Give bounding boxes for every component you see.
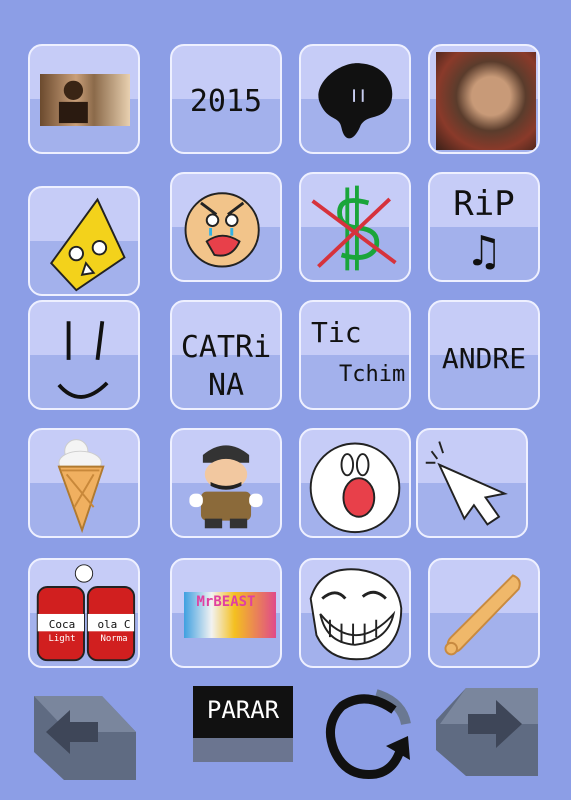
photo-face-tile[interactable] — [428, 44, 540, 154]
yellow-diamond-icon — [49, 197, 126, 292]
music-note-icon: ♫ — [470, 226, 498, 277]
tile-2015[interactable]: 2015 — [170, 44, 282, 154]
andre-label: ANDRE — [441, 342, 527, 375]
smiley-lines-icon — [57, 321, 109, 399]
can-right-sublabel: Norma — [100, 634, 128, 644]
can-left-sublabel: Light — [48, 634, 76, 644]
next-button[interactable] — [432, 680, 542, 780]
soda-cans-icon — [36, 564, 136, 662]
cursor-tile[interactable] — [416, 428, 528, 538]
shocked-face-icon — [309, 442, 401, 534]
yellow-diamond-face-tile[interactable] — [28, 186, 140, 296]
mario-tile[interactable] — [170, 428, 282, 538]
rip-label: RiP — [453, 184, 515, 224]
ice-cream-tile[interactable] — [28, 428, 140, 538]
mrbeast-label: MrBEAST — [196, 594, 256, 610]
catrina-tile[interactable]: CATRi NA — [170, 300, 282, 410]
angry-crying-face-tile[interactable] — [170, 172, 282, 282]
black-blob-icon — [318, 63, 393, 139]
smiley-lines-tile[interactable] — [28, 300, 140, 410]
shocked-face-tile[interactable] — [299, 428, 411, 538]
soda-cans-tile[interactable]: Coca ola C Light Norma — [28, 558, 140, 668]
tile-2015-label: 2015 — [189, 84, 263, 119]
mario-icon — [189, 445, 263, 529]
andre-tile[interactable]: ANDRE — [428, 300, 540, 410]
catrina-label-line2: NA — [207, 368, 245, 403]
tic-label: Tic — [311, 316, 362, 349]
mrbeast-photo-tile[interactable]: MrBEAST — [170, 558, 282, 668]
man-silhouette — [58, 80, 88, 124]
cursor-arrow-icon — [425, 441, 508, 526]
catrina-label-line1: CATRi — [180, 330, 272, 365]
previous-button[interactable] — [30, 692, 140, 786]
replay-button[interactable] — [316, 684, 420, 784]
can-right-label: ola C — [97, 618, 131, 631]
face-photo — [436, 52, 536, 150]
rip-music-tile[interactable]: RiP ♫ — [428, 172, 540, 282]
tic-tchim-tile[interactable]: Tic Tchim — [299, 300, 411, 410]
stop-button[interactable]: PARAR — [193, 686, 293, 762]
black-blob-tile[interactable] — [299, 44, 411, 154]
no-dollar-tile[interactable] — [299, 172, 411, 282]
trollface-icon — [309, 568, 403, 661]
can-left-label: Coca — [48, 618, 76, 631]
no-dollar-icon — [311, 185, 397, 271]
tchim-label: Tchim — [339, 362, 406, 387]
stop-label: PARAR — [206, 696, 280, 724]
trollface-tile[interactable] — [299, 558, 411, 668]
baseball-bat-icon — [444, 574, 521, 656]
stop-button-base — [193, 738, 293, 762]
ice-cream-icon — [57, 439, 105, 534]
angry-crying-face-icon — [184, 192, 260, 268]
photo-man-tile[interactable] — [28, 44, 140, 154]
bat-tile[interactable] — [428, 558, 540, 668]
